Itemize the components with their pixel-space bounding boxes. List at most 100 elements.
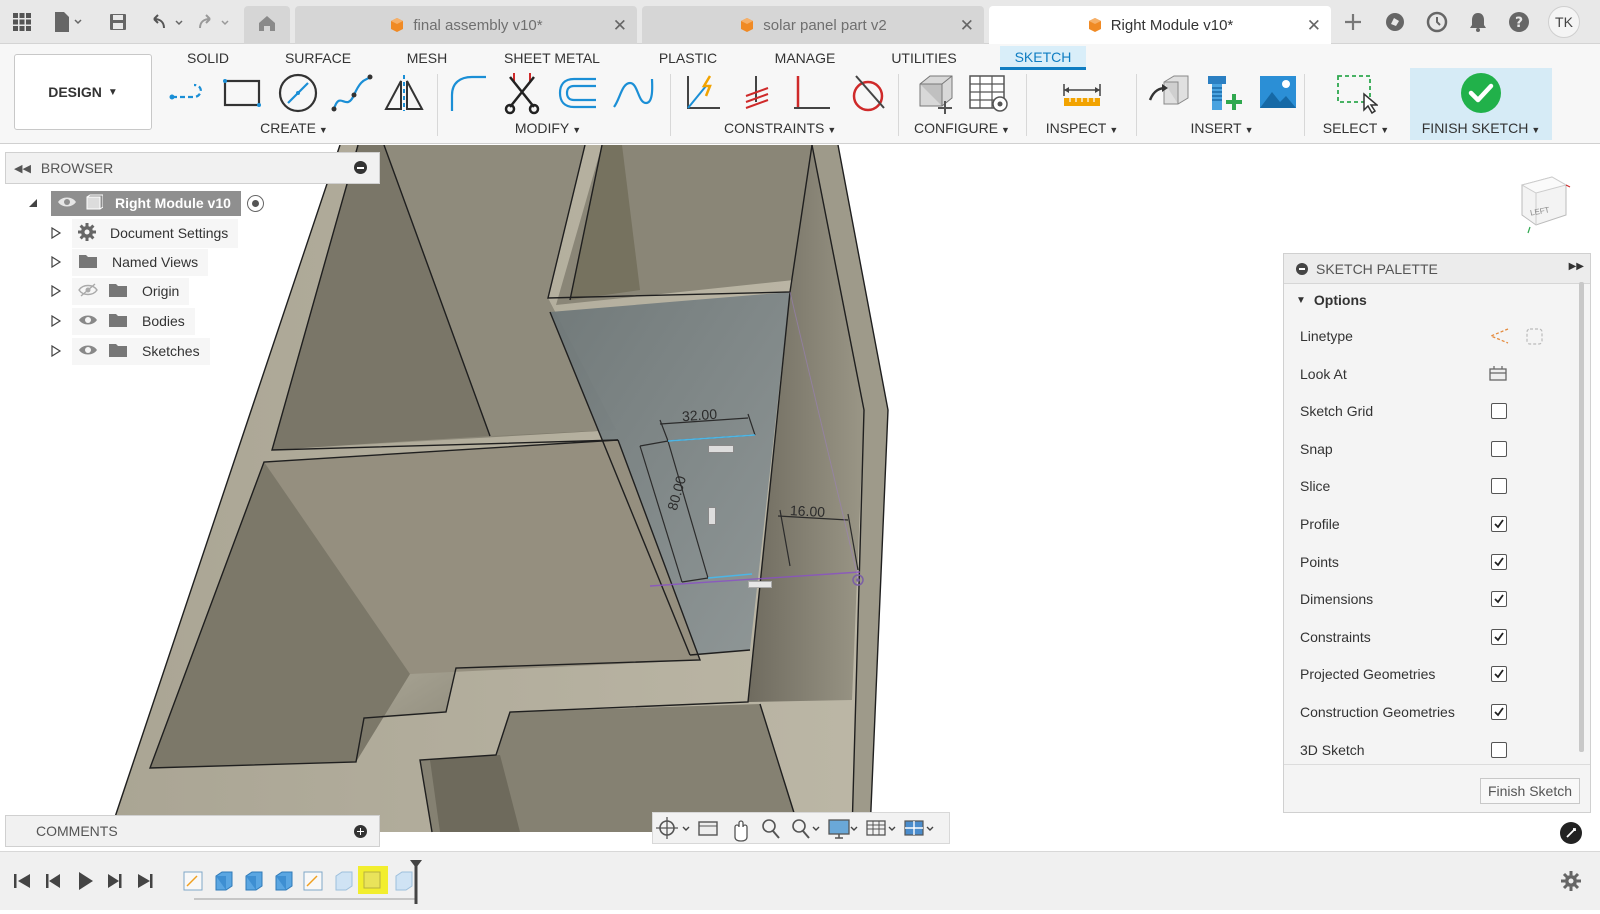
coincident-constraint-tool[interactable] (734, 72, 778, 114)
minimize-icon[interactable] (354, 161, 367, 174)
help-icon[interactable]: ? (1504, 8, 1534, 36)
user-avatar[interactable]: TK (1548, 6, 1580, 38)
workspace-switcher[interactable]: DESIGN ▼ (14, 54, 152, 130)
insert-image-tool[interactable] (1256, 72, 1300, 114)
collapsed-triangle-icon[interactable] (50, 256, 62, 268)
horizontal-constraint-icon[interactable] (708, 445, 734, 453)
constraint-glyph-icon[interactable] (748, 581, 772, 588)
file-menu-icon[interactable] (50, 8, 84, 36)
browser-root-row[interactable]: Right Module v10 (27, 190, 264, 216)
expand-icon[interactable] (354, 825, 367, 838)
minimize-icon[interactable] (1296, 263, 1308, 275)
collapsed-triangle-icon[interactable] (50, 227, 62, 239)
fillet-tool[interactable] (446, 72, 490, 114)
checkbox[interactable] (1491, 516, 1507, 532)
select-group-label[interactable]: SELECT ▼ (1318, 120, 1394, 136)
extensions-icon[interactable] (1380, 8, 1410, 36)
apps-grid-icon[interactable] (8, 8, 36, 36)
save-icon[interactable] (104, 8, 132, 36)
notifications-icon[interactable] (1463, 8, 1493, 36)
feedback-icon[interactable] (1560, 822, 1582, 844)
perpendicular-constraint-tool[interactable] (790, 72, 834, 114)
browser-item-bodies[interactable]: Bodies (50, 307, 195, 335)
constraints-group-label[interactable]: CONSTRAINTS ▼ (724, 120, 836, 136)
tab-manage[interactable]: MANAGE (770, 46, 840, 70)
inspect-group-label[interactable]: INSPECT ▼ (1040, 120, 1124, 136)
trim-tool[interactable] (500, 72, 544, 115)
palette-scrollbar[interactable] (1579, 282, 1584, 752)
new-tab-icon[interactable] (1338, 8, 1368, 36)
tab-plastic[interactable]: PLASTIC (652, 46, 724, 70)
browser-item-sketches[interactable]: Sketches (50, 337, 210, 365)
collapsed-triangle-icon[interactable] (50, 315, 62, 327)
browser-item-origin[interactable]: Origin (50, 277, 190, 305)
tab-sheet-metal[interactable]: SHEET METAL (500, 46, 604, 70)
modify-group-label[interactable]: MODIFY ▼ (506, 120, 590, 136)
undo-icon[interactable] (146, 8, 186, 36)
look-at-icon[interactable] (1488, 364, 1508, 385)
centerline-linetype-icon[interactable] (1524, 326, 1546, 349)
line-tool[interactable] (168, 72, 212, 114)
checkbox[interactable] (1491, 628, 1507, 645)
checkbox[interactable] (1491, 591, 1507, 608)
insert-derive-tool[interactable] (1148, 72, 1192, 114)
collapse-right-icon[interactable]: ▶▶ (1569, 261, 1584, 272)
configuration-grid-tool[interactable] (966, 72, 1010, 114)
tab-solid[interactable]: SOLID (180, 46, 236, 70)
tab-sketch[interactable]: SKETCH (1000, 46, 1086, 70)
eye-icon[interactable] (78, 313, 98, 330)
collapsed-triangle-icon[interactable] (50, 345, 62, 357)
checkbox[interactable] (1491, 553, 1507, 570)
finish-sketch-group[interactable]: FINISH SKETCH ▼ (1410, 68, 1552, 140)
tab-right-module[interactable]: Right Module v10* ✕ (989, 6, 1331, 44)
close-icon[interactable]: ✕ (960, 16, 974, 36)
offset-tool[interactable] (556, 72, 600, 114)
measure-tool[interactable] (1060, 72, 1104, 114)
modify-spline-tool[interactable] (610, 72, 654, 114)
eye-icon[interactable] (78, 343, 98, 360)
circle-tool[interactable] (276, 72, 320, 114)
redo-icon[interactable] (194, 8, 234, 36)
collapsed-triangle-icon[interactable] (50, 285, 62, 297)
checkbox[interactable] (1491, 478, 1507, 495)
tab-utilities[interactable]: UTILITIES (884, 46, 964, 70)
comments-panel[interactable]: COMMENTS (5, 815, 380, 847)
fix-constraint-tool[interactable] (682, 72, 726, 114)
spline-tool[interactable] (330, 72, 374, 114)
rectangle-tool[interactable] (220, 72, 264, 114)
tangent-constraint-tool[interactable] (846, 72, 890, 114)
insert-mcmaster-tool[interactable] (1200, 72, 1244, 114)
options-section-header[interactable]: ▼ Options (1296, 292, 1367, 308)
finish-sketch-button[interactable]: Finish Sketch (1480, 778, 1580, 804)
activate-radio-icon[interactable] (246, 194, 264, 212)
expanded-triangle-icon[interactable] (27, 197, 39, 209)
construction-linetype-icon[interactable] (1488, 326, 1510, 349)
browser-item-named-views[interactable]: Named Views (50, 248, 209, 276)
mirror-tool[interactable] (382, 72, 426, 114)
checkbox[interactable] (1491, 403, 1507, 420)
checkbox[interactable] (1491, 741, 1507, 758)
eye-icon[interactable] (57, 195, 77, 212)
collapse-panel-icon[interactable]: ◀◀ (14, 162, 31, 175)
close-icon[interactable]: ✕ (613, 16, 627, 36)
select-tool[interactable] (1334, 72, 1378, 114)
eye-hidden-icon[interactable] (78, 282, 98, 300)
tab-surface[interactable]: SURFACE (280, 46, 356, 70)
checkbox[interactable] (1491, 704, 1507, 720)
tab-solar-panel[interactable]: solar panel part v2 ✕ (642, 6, 984, 44)
vertical-constraint-icon[interactable] (708, 507, 716, 525)
insert-group-label[interactable]: INSERT ▼ (1180, 120, 1264, 136)
browser-item-document-settings[interactable]: Document Settings (50, 218, 239, 248)
close-icon[interactable]: ✕ (1307, 16, 1321, 36)
create-group-label[interactable]: CREATE ▼ (252, 120, 336, 136)
tab-mesh[interactable]: MESH (403, 46, 451, 70)
viewcube[interactable]: LEFT (1512, 171, 1576, 235)
home-tab[interactable] (244, 6, 290, 44)
job-status-icon[interactable] (1422, 8, 1452, 36)
dimension-offset[interactable]: 16.00 (790, 502, 826, 520)
tab-final-assembly[interactable]: final assembly v10* ✕ (295, 6, 637, 44)
configure-table-tool[interactable] (912, 72, 956, 114)
configure-group-label[interactable]: CONFIGURE ▼ (912, 120, 1012, 136)
checkbox[interactable] (1491, 440, 1507, 457)
checkbox[interactable] (1491, 666, 1507, 683)
